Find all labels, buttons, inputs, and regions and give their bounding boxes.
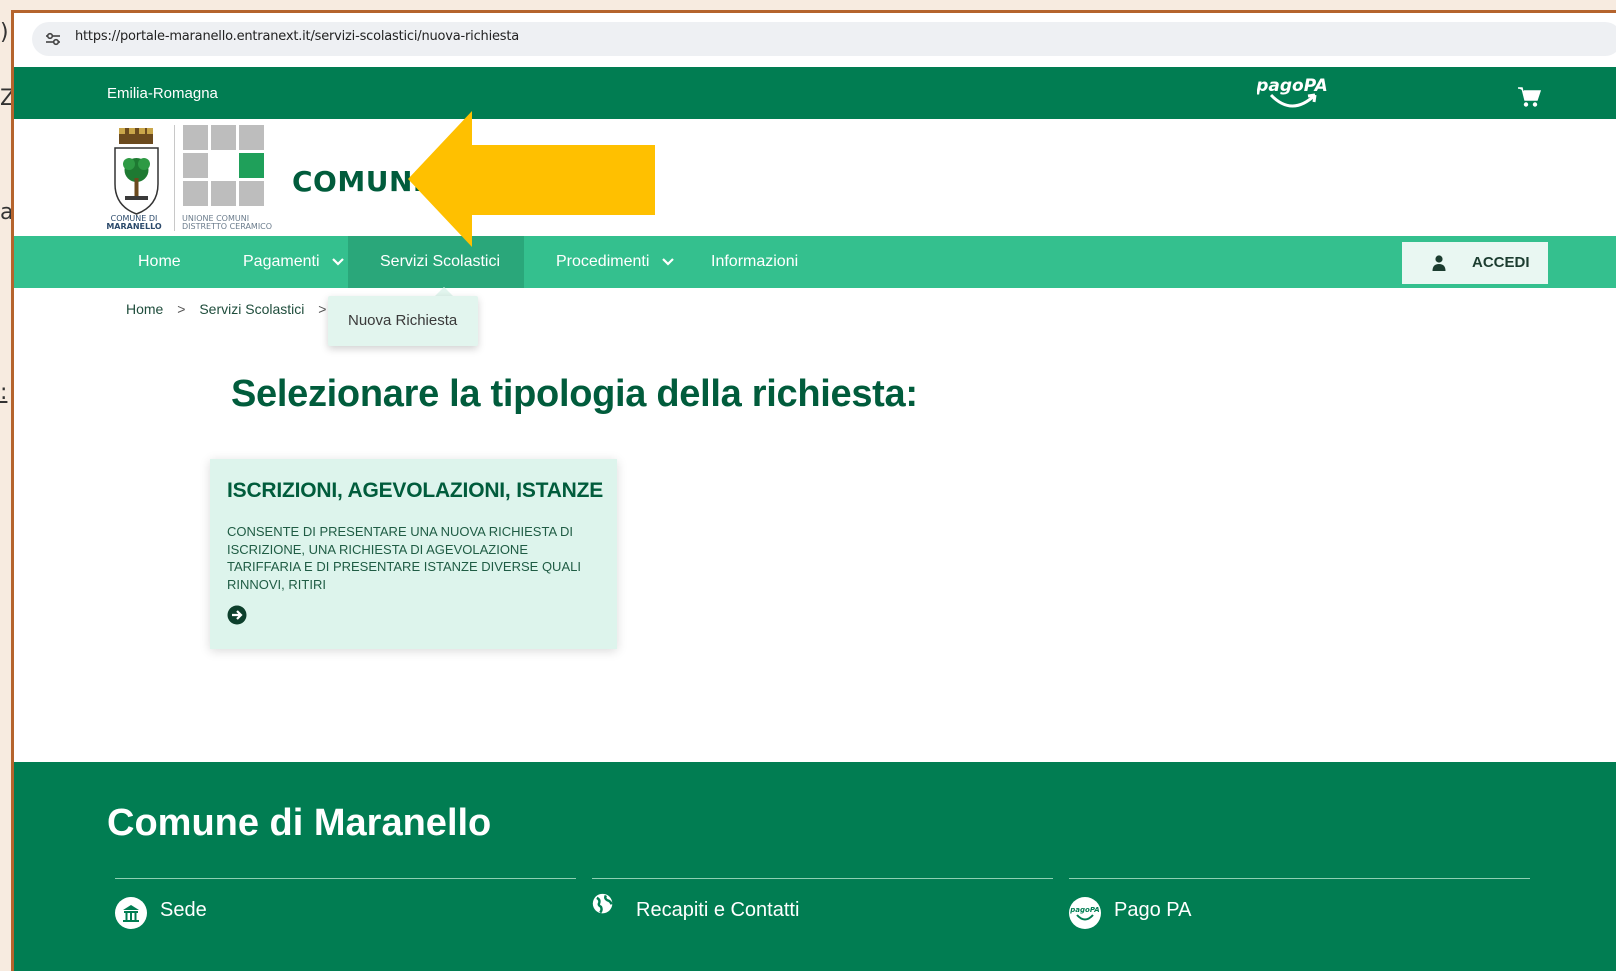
request-type-card[interactable]: ISCRIZIONI, AGEVOLAZIONI, ISTANZE CONSEN…: [210, 459, 617, 649]
address-bar: https://portale-maranello.entranext.it/s…: [14, 13, 1616, 67]
breadcrumb-separator: >: [177, 301, 186, 317]
site-footer: Comune di Maranello Sede Recapiti e Cont…: [14, 762, 1616, 971]
background-fragment: :: [0, 380, 8, 405]
region-label[interactable]: Emilia-Romagna: [107, 85, 218, 102]
crest-caption: COMUNE DI MARANELLO: [106, 214, 162, 231]
footer-column-pagopa: pagoPA Pago PA: [1069, 878, 1530, 929]
login-label: ACCEDI: [1472, 254, 1530, 271]
nav-home-label: Home: [138, 253, 181, 270]
card-description: CONSENTE DI PRESENTARE UNA NUOVA RICHIES…: [227, 524, 581, 592]
nav-procedimenti-label: Procedimenti: [556, 253, 650, 270]
nav-pagamenti[interactable]: Pagamenti: [243, 236, 344, 288]
chevron-down-icon: [662, 257, 674, 266]
footer-column-recapiti: Recapiti e Contatti: [592, 878, 1053, 921]
background-fragment: ): [0, 20, 9, 45]
page-title: Selezionare la tipologia della richiesta…: [231, 373, 918, 415]
footer-title: Comune di Maranello: [107, 802, 492, 844]
pagopa-icon: pagoPA: [1069, 897, 1101, 929]
nav-servizi-label: Servizi Scolastici: [380, 253, 501, 270]
chevron-down-icon: [332, 257, 344, 266]
municipality-crest-logo[interactable]: [109, 126, 164, 218]
nav-pagamenti-label: Pagamenti: [243, 253, 320, 270]
footer-link-recapiti[interactable]: Recapiti e Contatti: [636, 899, 799, 922]
main-nav: Home Pagamenti Servizi Scolastici Proced…: [14, 236, 1616, 318]
footer-link-sede[interactable]: Sede: [160, 899, 207, 922]
union-logo[interactable]: [183, 125, 265, 207]
url-field[interactable]: https://portale-maranello.entranext.it/s…: [32, 22, 1616, 56]
svg-text:pagoPA: pagoPA: [1257, 76, 1327, 96]
breadcrumb-separator: >: [318, 301, 327, 317]
nav-informazioni-label: Informazioni: [711, 253, 799, 270]
servizi-dropdown-menu: Nuova Richiesta: [328, 296, 478, 346]
nav-home[interactable]: Home: [138, 236, 181, 288]
site-header: COMUNE DI MARANELLO UNIONE COMUNI DISTRE…: [14, 119, 1616, 236]
url-text: https://portale-maranello.entranext.it/s…: [75, 29, 520, 44]
svg-text:pagoPA: pagoPA: [1069, 906, 1099, 914]
cart-icon[interactable]: [1517, 86, 1541, 108]
breadcrumb-servizi-scolastici[interactable]: Servizi Scolastici: [199, 301, 304, 317]
browser-window: https://portale-maranello.entranext.it/s…: [11, 10, 1616, 971]
pagopa-logo[interactable]: pagoPA: [1257, 69, 1327, 115]
card-title: ISCRIZIONI, AGEVOLAZIONI, ISTANZE: [227, 479, 604, 502]
union-caption: UNIONE COMUNI DISTRETTO CERAMICO: [182, 214, 273, 231]
breadcrumb: Home > Servizi Scolastici > N: [126, 301, 360, 317]
highlight-arrow-annotation: [408, 111, 655, 247]
footer-link-pagopa[interactable]: Pago PA: [1114, 899, 1191, 922]
login-button[interactable]: ACCEDI: [1402, 242, 1548, 284]
arrow-right-circle-icon[interactable]: [227, 605, 247, 625]
top-bar: Emilia-Romagna pagoPA: [14, 67, 1616, 119]
user-icon: [1432, 255, 1446, 271]
dropdown-item-nuova-richiesta[interactable]: Nuova Richiesta: [348, 312, 457, 329]
footer-column-sede: Sede: [115, 878, 576, 929]
bank-icon: [115, 897, 147, 929]
globe-icon: [592, 893, 613, 914]
nav-informazioni[interactable]: Informazioni: [711, 236, 798, 288]
logo-divider: [174, 125, 175, 231]
site-settings-icon[interactable]: [44, 30, 62, 48]
breadcrumb-home[interactable]: Home: [126, 301, 163, 317]
